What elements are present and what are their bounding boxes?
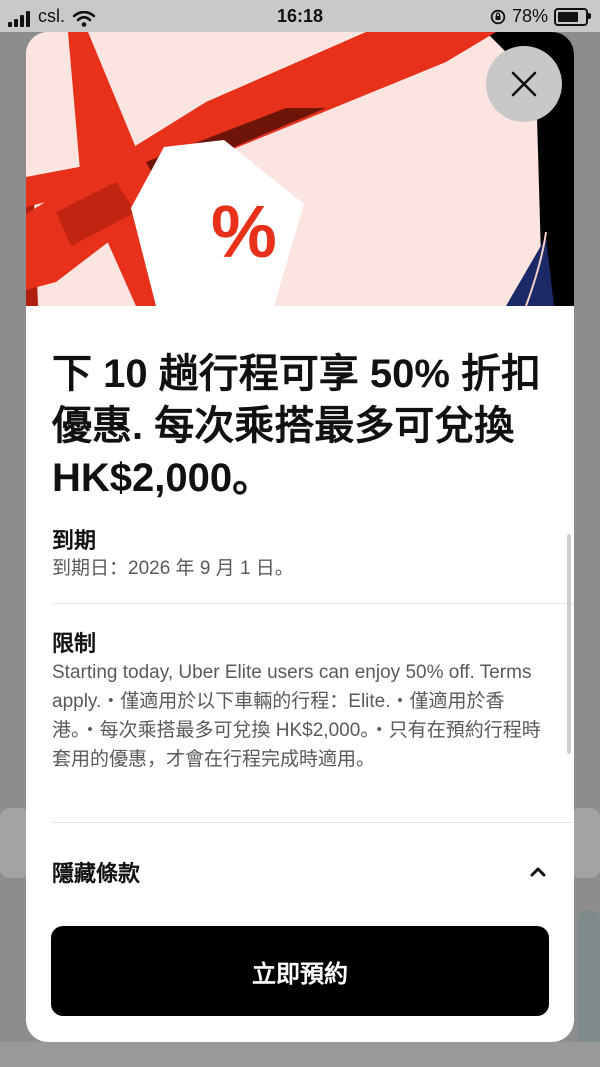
restrictions-heading: 限制: [52, 631, 97, 656]
expiry-heading: 到期: [52, 528, 97, 553]
divider: [52, 603, 574, 604]
hide-terms-label: 隱藏條款: [52, 861, 141, 886]
divider: [52, 822, 574, 823]
expiry-text: 到期日：2026 年 9 月 1 日。: [52, 558, 294, 579]
restrictions-text: Starting today, Uber Elite users can enj…: [52, 662, 541, 770]
background-tile: [0, 1042, 600, 1067]
battery-level: [558, 11, 578, 22]
hide-terms-toggle[interactable]: 隱藏條款: [52, 852, 548, 892]
status-right: 78%: [490, 6, 591, 27]
close-icon: [511, 71, 537, 97]
chevron-up-icon: [528, 862, 548, 882]
battery-icon: [554, 7, 591, 26]
background-tile: [570, 808, 600, 878]
background-tile: [578, 910, 600, 1060]
promo-sheet: % 下 10 趟行程可享 50% 折扣優惠. 每次乘搭最多可兌換 HK$2,00…: [26, 32, 574, 1042]
book-now-button[interactable]: 立即預約: [51, 926, 549, 1016]
percent-symbol: %: [211, 190, 277, 273]
promo-title: 下 10 趟行程可享 50% 折扣優惠. 每次乘搭最多可兌換 HK$2,000。: [52, 352, 542, 500]
status-bar: csl. 16:18 78%: [0, 0, 600, 32]
rotation-lock-icon: [490, 9, 506, 24]
scrollbar[interactable]: [567, 534, 571, 754]
close-button[interactable]: [486, 46, 562, 122]
battery-percent: 78%: [511, 6, 548, 26]
